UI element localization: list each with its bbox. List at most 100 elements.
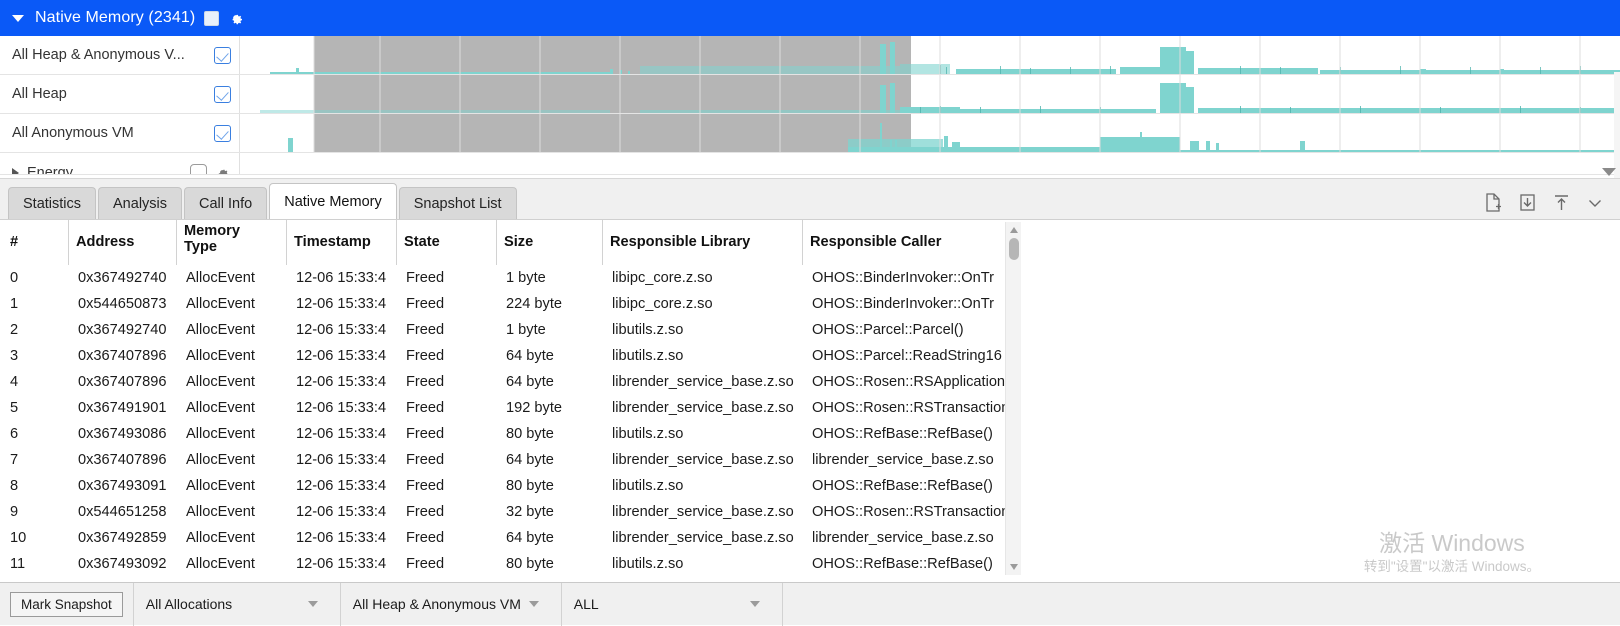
timeline-scroll-down-icon[interactable] <box>1602 168 1616 176</box>
timeline-row-checkbox[interactable] <box>214 125 231 142</box>
table-row[interactable]: 80x367493091AllocEvent12-06 15:33:4Freed… <box>0 473 1022 499</box>
timeline-panel: Native Memory (2341) All Heap & Anonymou… <box>0 0 1620 178</box>
chevron-down-icon[interactable] <box>1586 194 1604 212</box>
table-row[interactable]: 100x367492859AllocEvent12-06 15:33:4Free… <box>0 525 1022 551</box>
table-row[interactable]: 00x367492740AllocEvent12-06 15:33:4Freed… <box>0 265 1022 291</box>
allocations-filter-select[interactable]: All Allocations <box>134 583 330 626</box>
cell-index: 2 <box>0 317 68 343</box>
cell-index: 7 <box>0 447 68 473</box>
timeline-titlebar[interactable]: Native Memory (2341) <box>0 0 1620 36</box>
cell-size: 64 byte <box>496 369 602 395</box>
timeline-row-all-heap-anonymous-vm[interactable]: All Heap & Anonymous V... <box>0 36 1620 75</box>
cell-responsible-library: libutils.z.so <box>602 317 802 343</box>
cell-address: 0x367493091 <box>68 473 176 499</box>
column-header-index[interactable]: # <box>0 220 68 265</box>
cell-responsible-library: libutils.z.so <box>602 551 802 575</box>
cell-index: 0 <box>0 265 68 291</box>
tab-snapshot-list[interactable]: Snapshot List <box>399 187 517 219</box>
table-row[interactable]: 10x544650873AllocEvent12-06 15:33:4Freed… <box>0 291 1022 317</box>
cell-state: Freed <box>396 395 496 421</box>
scrollbar-thumb[interactable] <box>1009 238 1019 260</box>
cell-responsible-library: librender_service_base.z.so <box>602 369 802 395</box>
cell-address: 0x367492740 <box>68 317 176 343</box>
cell-memory-type: AllocEvent <box>176 421 286 447</box>
chevron-down-icon[interactable] <box>308 601 318 607</box>
export-icon[interactable] <box>1552 193 1571 213</box>
cell-responsible-caller: OHOS::RefBase::RefBase() <box>802 473 1012 499</box>
table-vertical-scrollbar[interactable] <box>1005 222 1021 575</box>
cell-responsible-caller: OHOS::Rosen::RSApplication <box>802 369 1012 395</box>
cell-memory-type: AllocEvent <box>176 291 286 317</box>
timeline-row-energy[interactable]: Energy <box>0 153 1620 175</box>
tabbar: Statistics Analysis Call Info Native Mem… <box>0 178 1620 220</box>
column-header-responsible-library[interactable]: Responsible Library <box>602 220 802 265</box>
mark-snapshot-button[interactable]: Mark Snapshot <box>10 592 123 617</box>
tabbar-actions <box>1484 193 1620 219</box>
table-row[interactable]: 60x367493086AllocEvent12-06 15:33:4Freed… <box>0 421 1022 447</box>
timeline-row-all-anonymous-vm[interactable]: All Anonymous VM <box>0 114 1620 153</box>
all-filter-select[interactable]: ALL <box>562 583 772 626</box>
table-row[interactable]: 20x367492740AllocEvent12-06 15:33:4Freed… <box>0 317 1022 343</box>
tab-call-info[interactable]: Call Info <box>184 187 267 219</box>
cell-responsible-library: libutils.z.so <box>602 473 802 499</box>
cell-responsible-library: libipc_core.z.so <box>602 291 802 317</box>
column-header-state[interactable]: State <box>396 220 496 265</box>
cell-responsible-library: libutils.z.so <box>602 421 802 447</box>
cell-timestamp: 12-06 15:33:4 <box>286 317 396 343</box>
timeline-row-checkbox[interactable] <box>214 47 231 64</box>
native-memory-table: # Address Memory Type Timestamp State Si… <box>0 220 1022 575</box>
table-row[interactable]: 90x544651258AllocEvent12-06 15:33:4Freed… <box>0 499 1022 525</box>
cell-responsible-caller: OHOS::Rosen::RSTransaction <box>802 395 1012 421</box>
timeline-chart-all-heap[interactable] <box>240 75 1620 113</box>
triangle-down-icon[interactable] <box>12 15 24 22</box>
bottom-toolbar: Mark Snapshot All Allocations All Heap &… <box>0 582 1620 625</box>
chevron-down-icon[interactable] <box>750 601 760 607</box>
cell-timestamp: 12-06 15:33:4 <box>286 291 396 317</box>
timeline-row-checkbox[interactable] <box>214 86 231 103</box>
timeline-chart-all-anonymous-vm[interactable] <box>240 114 1620 152</box>
cell-memory-type: AllocEvent <box>176 265 286 291</box>
cell-index: 5 <box>0 395 68 421</box>
timeline-row-all-heap[interactable]: All Heap <box>0 75 1620 114</box>
table-row[interactable]: 70x367407896AllocEvent12-06 15:33:4Freed… <box>0 447 1022 473</box>
all-filter-value: ALL <box>574 596 599 612</box>
cell-timestamp: 12-06 15:33:4 <box>286 369 396 395</box>
column-header-memory-type[interactable]: Memory Type <box>176 220 286 265</box>
tab-analysis[interactable]: Analysis <box>98 187 182 219</box>
column-header-size[interactable]: Size <box>496 220 602 265</box>
table-row[interactable]: 110x367493092AllocEvent12-06 15:33:4Free… <box>0 551 1022 575</box>
heap-filter-select[interactable]: All Heap & Anonymous VM <box>341 583 551 626</box>
table-row[interactable]: 50x367491901AllocEvent12-06 15:33:4Freed… <box>0 395 1022 421</box>
column-header-responsible-caller[interactable]: Responsible Caller <box>802 220 1012 265</box>
import-icon[interactable] <box>1518 193 1537 213</box>
chevron-down-icon[interactable] <box>529 601 539 607</box>
column-header-memory-type-line2: Type <box>184 240 240 256</box>
cell-responsible-caller: OHOS::Rosen::RSTransaction <box>802 499 1012 525</box>
timeline-row-checkbox[interactable] <box>190 164 207 175</box>
cell-responsible-caller: OHOS::Parcel::Parcel() <box>802 317 1012 343</box>
new-file-icon[interactable] <box>1484 193 1503 213</box>
cell-size: 64 byte <box>496 525 602 551</box>
timeline-title-checkbox[interactable] <box>204 11 219 26</box>
column-header-timestamp[interactable]: Timestamp <box>286 220 396 265</box>
cell-address: 0x367491901 <box>68 395 176 421</box>
table-row[interactable]: 30x367407896AllocEvent12-06 15:33:4Freed… <box>0 343 1022 369</box>
cell-address: 0x544650873 <box>68 291 176 317</box>
cell-responsible-caller: OHOS::BinderInvoker::OnTr <box>802 291 1012 317</box>
table-row[interactable]: 40x367407896AllocEvent12-06 15:33:4Freed… <box>0 369 1022 395</box>
tab-native-memory[interactable]: Native Memory <box>269 183 397 219</box>
cell-responsible-caller: librender_service_base.z.so <box>802 525 1012 551</box>
scroll-up-arrow-icon[interactable] <box>1010 227 1018 233</box>
tab-label: Call Info <box>199 196 252 212</box>
triangle-right-icon[interactable] <box>12 168 19 176</box>
gear-icon[interactable] <box>228 10 244 26</box>
tab-statistics[interactable]: Statistics <box>8 187 96 219</box>
timeline-chart-all-heap-anonymous-vm[interactable] <box>240 36 1620 74</box>
column-header-address[interactable]: Address <box>68 220 176 265</box>
scroll-down-arrow-icon[interactable] <box>1010 564 1018 570</box>
watermark-line2: 转到"设置"以激活 Windows。 <box>1364 558 1540 577</box>
cell-size: 192 byte <box>496 395 602 421</box>
gear-icon[interactable] <box>215 165 231 176</box>
cell-size: 64 byte <box>496 447 602 473</box>
cell-memory-type: AllocEvent <box>176 369 286 395</box>
